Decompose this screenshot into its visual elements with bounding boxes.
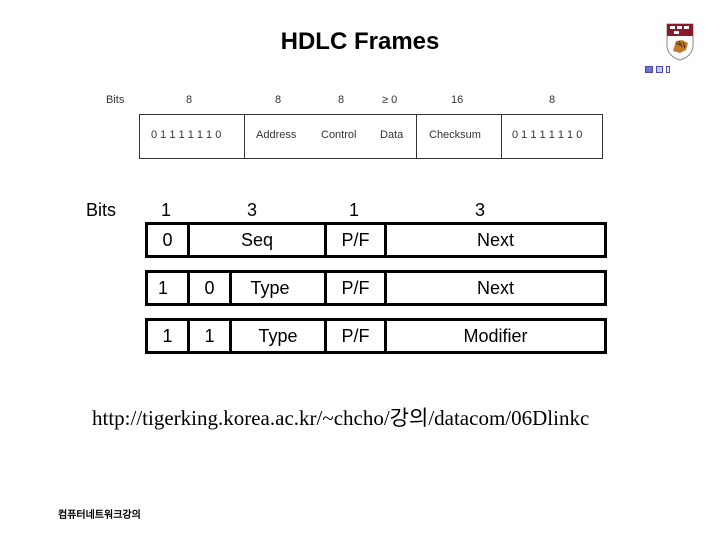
field-address: Address <box>256 129 297 141</box>
cell: 1 <box>162 326 173 346</box>
field-divider <box>416 115 417 158</box>
cell: Modifier <box>463 326 528 346</box>
control-bit-width: 3 <box>475 200 486 220</box>
cell: 0 <box>204 278 215 298</box>
control-bit-width: 1 <box>349 200 360 220</box>
field-flag-start: 0 1 1 1 1 1 1 0 <box>151 129 222 141</box>
frame-bit-width: 8 <box>338 94 345 106</box>
nav-square-2 <box>656 66 663 73</box>
cell: Next <box>476 278 514 298</box>
cell: Seq <box>240 230 274 250</box>
control-bits-label: Bits <box>86 200 117 220</box>
cell: Type <box>258 326 298 346</box>
cell: P/F <box>341 278 370 298</box>
frame-bit-width: 8 <box>275 94 282 106</box>
cell: P/F <box>341 326 370 346</box>
control-bit-width: 1 <box>161 200 172 220</box>
frame-bit-width: 8 <box>549 94 556 106</box>
frame-bits-label: Bits <box>106 94 125 106</box>
slide-title: HDLC Frames <box>280 28 440 55</box>
frame-bit-width: ≥ 0 <box>382 94 398 106</box>
cell: P/F <box>341 230 370 250</box>
field-flag-end: 0 1 1 1 1 1 1 0 <box>512 129 583 141</box>
field-data: Data <box>380 129 404 141</box>
control-row-information: 0 Seq P/F Next <box>145 222 607 258</box>
university-shield-logo-icon <box>666 23 694 61</box>
frame-bit-width: 16 <box>451 94 464 106</box>
slide-footer: 컴퓨터네트워크강의 <box>58 510 141 521</box>
hdlc-frame-format: 0 1 1 1 1 1 1 0 Address Control Data Che… <box>139 114 603 159</box>
frame-bit-width: 8 <box>186 94 193 106</box>
field-control: Control <box>321 129 357 141</box>
nav-square-3 <box>666 66 670 73</box>
control-row-unnumbered: 1 1 Type P/F Modifier <box>145 318 607 354</box>
cell: 1 <box>157 278 168 298</box>
cell: Type <box>250 278 290 298</box>
cell: 1 <box>204 326 215 346</box>
field-divider <box>244 115 245 158</box>
cell: Next <box>476 230 514 250</box>
control-row-supervisory: 1 0 Type P/F Next <box>145 270 607 306</box>
control-bit-width: 3 <box>247 200 258 220</box>
nav-square-1 <box>645 66 653 73</box>
source-url: http://tigerking.korea.ac.kr/~chcho/강의/d… <box>92 406 590 430</box>
cell: 0 <box>162 230 173 250</box>
field-checksum: Checksum <box>429 129 481 141</box>
field-divider <box>501 115 502 158</box>
